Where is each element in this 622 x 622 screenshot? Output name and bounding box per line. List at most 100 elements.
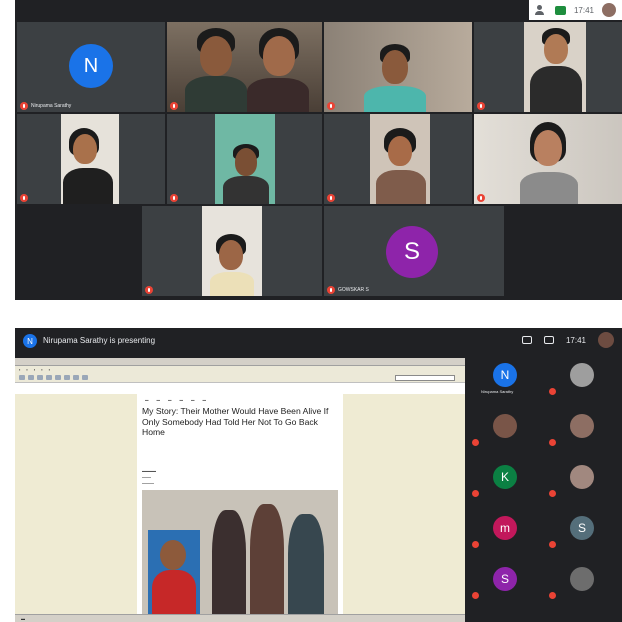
people-icon[interactable] xyxy=(534,5,547,15)
person-face xyxy=(219,240,243,270)
article-page: ▬ ▬ ▬ ▬ ▬ ▬ My Story: Their Mother Would… xyxy=(137,394,343,614)
nav-item[interactable]: ▬ xyxy=(180,398,184,402)
clock-text: 17:41 xyxy=(565,335,586,345)
document-area: ▬ ▬ ▬ ▬ ▬ ▬ My Story: Their Mother Would… xyxy=(15,394,465,614)
status-glyph: ▬ xyxy=(21,616,25,621)
side-participant-tile[interactable] xyxy=(546,360,620,397)
address-field[interactable] xyxy=(395,374,455,381)
mic-off-icon xyxy=(472,541,479,548)
toolbar-icon[interactable] xyxy=(64,375,70,380)
mic-off-icon xyxy=(170,102,178,110)
participant-photo-avatar xyxy=(570,363,594,387)
mic-off-icon xyxy=(20,102,28,110)
toolbar-icon[interactable] xyxy=(46,375,52,380)
article-photo xyxy=(142,490,338,614)
participant-name: GOWSKAR S xyxy=(338,287,369,293)
meet-presentation-view: N Nirupama Sarathy is presenting 17:41 ▪… xyxy=(15,328,622,622)
photo-person xyxy=(212,510,246,614)
person-body xyxy=(63,168,113,204)
article-date: ▬▬▬▬ xyxy=(142,481,154,485)
participant-tile[interactable] xyxy=(474,114,622,204)
menu-glyph[interactable]: ▪ xyxy=(19,367,20,372)
person-body xyxy=(210,272,254,296)
presentation-top-bar: N Nirupama Sarathy is presenting 17:41 xyxy=(15,328,622,354)
presenter-avatar: N xyxy=(23,334,37,348)
participant-avatar: K xyxy=(493,465,517,489)
toolbar-icon[interactable] xyxy=(37,375,43,380)
participant-photo-avatar xyxy=(570,414,594,438)
mic-off-icon xyxy=(549,388,556,395)
toolbar-icon[interactable] xyxy=(55,375,61,380)
window-toolbar xyxy=(15,373,465,383)
person-face xyxy=(73,134,97,164)
participant-tile[interactable] xyxy=(142,206,322,296)
mic-off-icon xyxy=(549,541,556,548)
chat-icon[interactable] xyxy=(543,336,554,344)
clock-text: 17:41 xyxy=(573,5,594,15)
participant-tile[interactable] xyxy=(324,114,472,204)
side-participant-tile[interactable]: S xyxy=(546,513,620,550)
nav-item[interactable]: ▬ xyxy=(191,398,195,402)
mic-off-icon xyxy=(327,102,335,110)
participant-photo-avatar xyxy=(493,414,517,438)
menu-glyph[interactable]: ▪ xyxy=(49,367,50,372)
participant-tile[interactable] xyxy=(167,114,322,204)
menu-glyph[interactable]: ▪ xyxy=(34,367,35,372)
mic-off-icon xyxy=(472,439,479,446)
participant-avatar: m xyxy=(493,516,517,540)
mic-off-icon xyxy=(327,286,335,294)
window-menu-bar: ▪ ▪ ▪ ▪ ▪ xyxy=(15,366,465,373)
side-participant-tile[interactable]: N Nirupama Sarathy xyxy=(469,360,543,397)
photo-body xyxy=(152,570,196,614)
nav-item[interactable]: ▬ xyxy=(145,398,149,402)
person-face xyxy=(235,148,257,176)
participant-tile[interactable]: S GOWSKAR S xyxy=(324,206,504,296)
side-participant-tile[interactable]: S xyxy=(469,564,543,601)
meet-gallery-view: 17:41 N Nirupama Sarathy S GOWSKAR S xyxy=(15,0,622,300)
person-body xyxy=(223,176,269,204)
toolbar-icon[interactable] xyxy=(28,375,34,380)
participant-tile[interactable]: N Nirupama Sarathy xyxy=(17,22,165,112)
nav-item[interactable]: ▬ xyxy=(203,398,207,402)
self-avatar[interactable] xyxy=(602,3,616,17)
toolbar-icon[interactable] xyxy=(73,375,79,380)
mic-off-icon xyxy=(170,194,178,202)
shared-screen: ▪ ▪ ▪ ▪ ▪ ▬ ▬ ▬ ▬ ▬ ▬ My Story: Their Mo… xyxy=(15,358,465,622)
side-participant-tile[interactable] xyxy=(546,462,620,499)
participant-avatar: S xyxy=(570,516,594,540)
menu-glyph[interactable]: ▪ xyxy=(26,367,27,372)
nav-item[interactable]: ▬ xyxy=(168,398,172,402)
mic-off-icon xyxy=(472,490,479,497)
window-title-bar xyxy=(15,358,465,366)
participant-photo-avatar xyxy=(570,567,594,591)
participant-name: Nirupama Sarathy xyxy=(481,389,514,394)
menu-glyph[interactable]: ▪ xyxy=(41,367,42,372)
side-participant-tile[interactable]: K xyxy=(469,462,543,499)
participant-tile[interactable] xyxy=(17,114,165,204)
side-participant-tile[interactable] xyxy=(546,564,620,601)
toolbar-icon[interactable] xyxy=(82,375,88,380)
person-body xyxy=(364,86,426,112)
side-participant-tile[interactable] xyxy=(469,411,543,448)
people-icon[interactable] xyxy=(521,336,532,344)
side-participant-tile[interactable] xyxy=(546,411,620,448)
article-source: ▬▬▬ xyxy=(142,475,151,479)
mic-off-icon xyxy=(549,592,556,599)
mic-off-icon xyxy=(327,194,335,202)
toolbar-icon[interactable] xyxy=(19,375,25,380)
presentation-bar-icons: 17:41 xyxy=(521,332,614,348)
self-avatar[interactable] xyxy=(598,332,614,348)
person-face xyxy=(544,34,568,64)
participant-tile[interactable] xyxy=(474,22,622,112)
person-body xyxy=(376,170,426,204)
participant-tile[interactable] xyxy=(324,22,472,112)
person-body xyxy=(247,78,309,112)
person-body xyxy=(530,66,582,112)
chat-icon[interactable] xyxy=(554,5,566,15)
person-body xyxy=(185,76,247,112)
side-participant-tile[interactable]: m xyxy=(469,513,543,550)
person-body xyxy=(520,172,578,204)
participant-tile[interactable] xyxy=(167,22,322,112)
participant-avatar: N xyxy=(493,363,517,387)
nav-item[interactable]: ▬ xyxy=(157,398,161,402)
